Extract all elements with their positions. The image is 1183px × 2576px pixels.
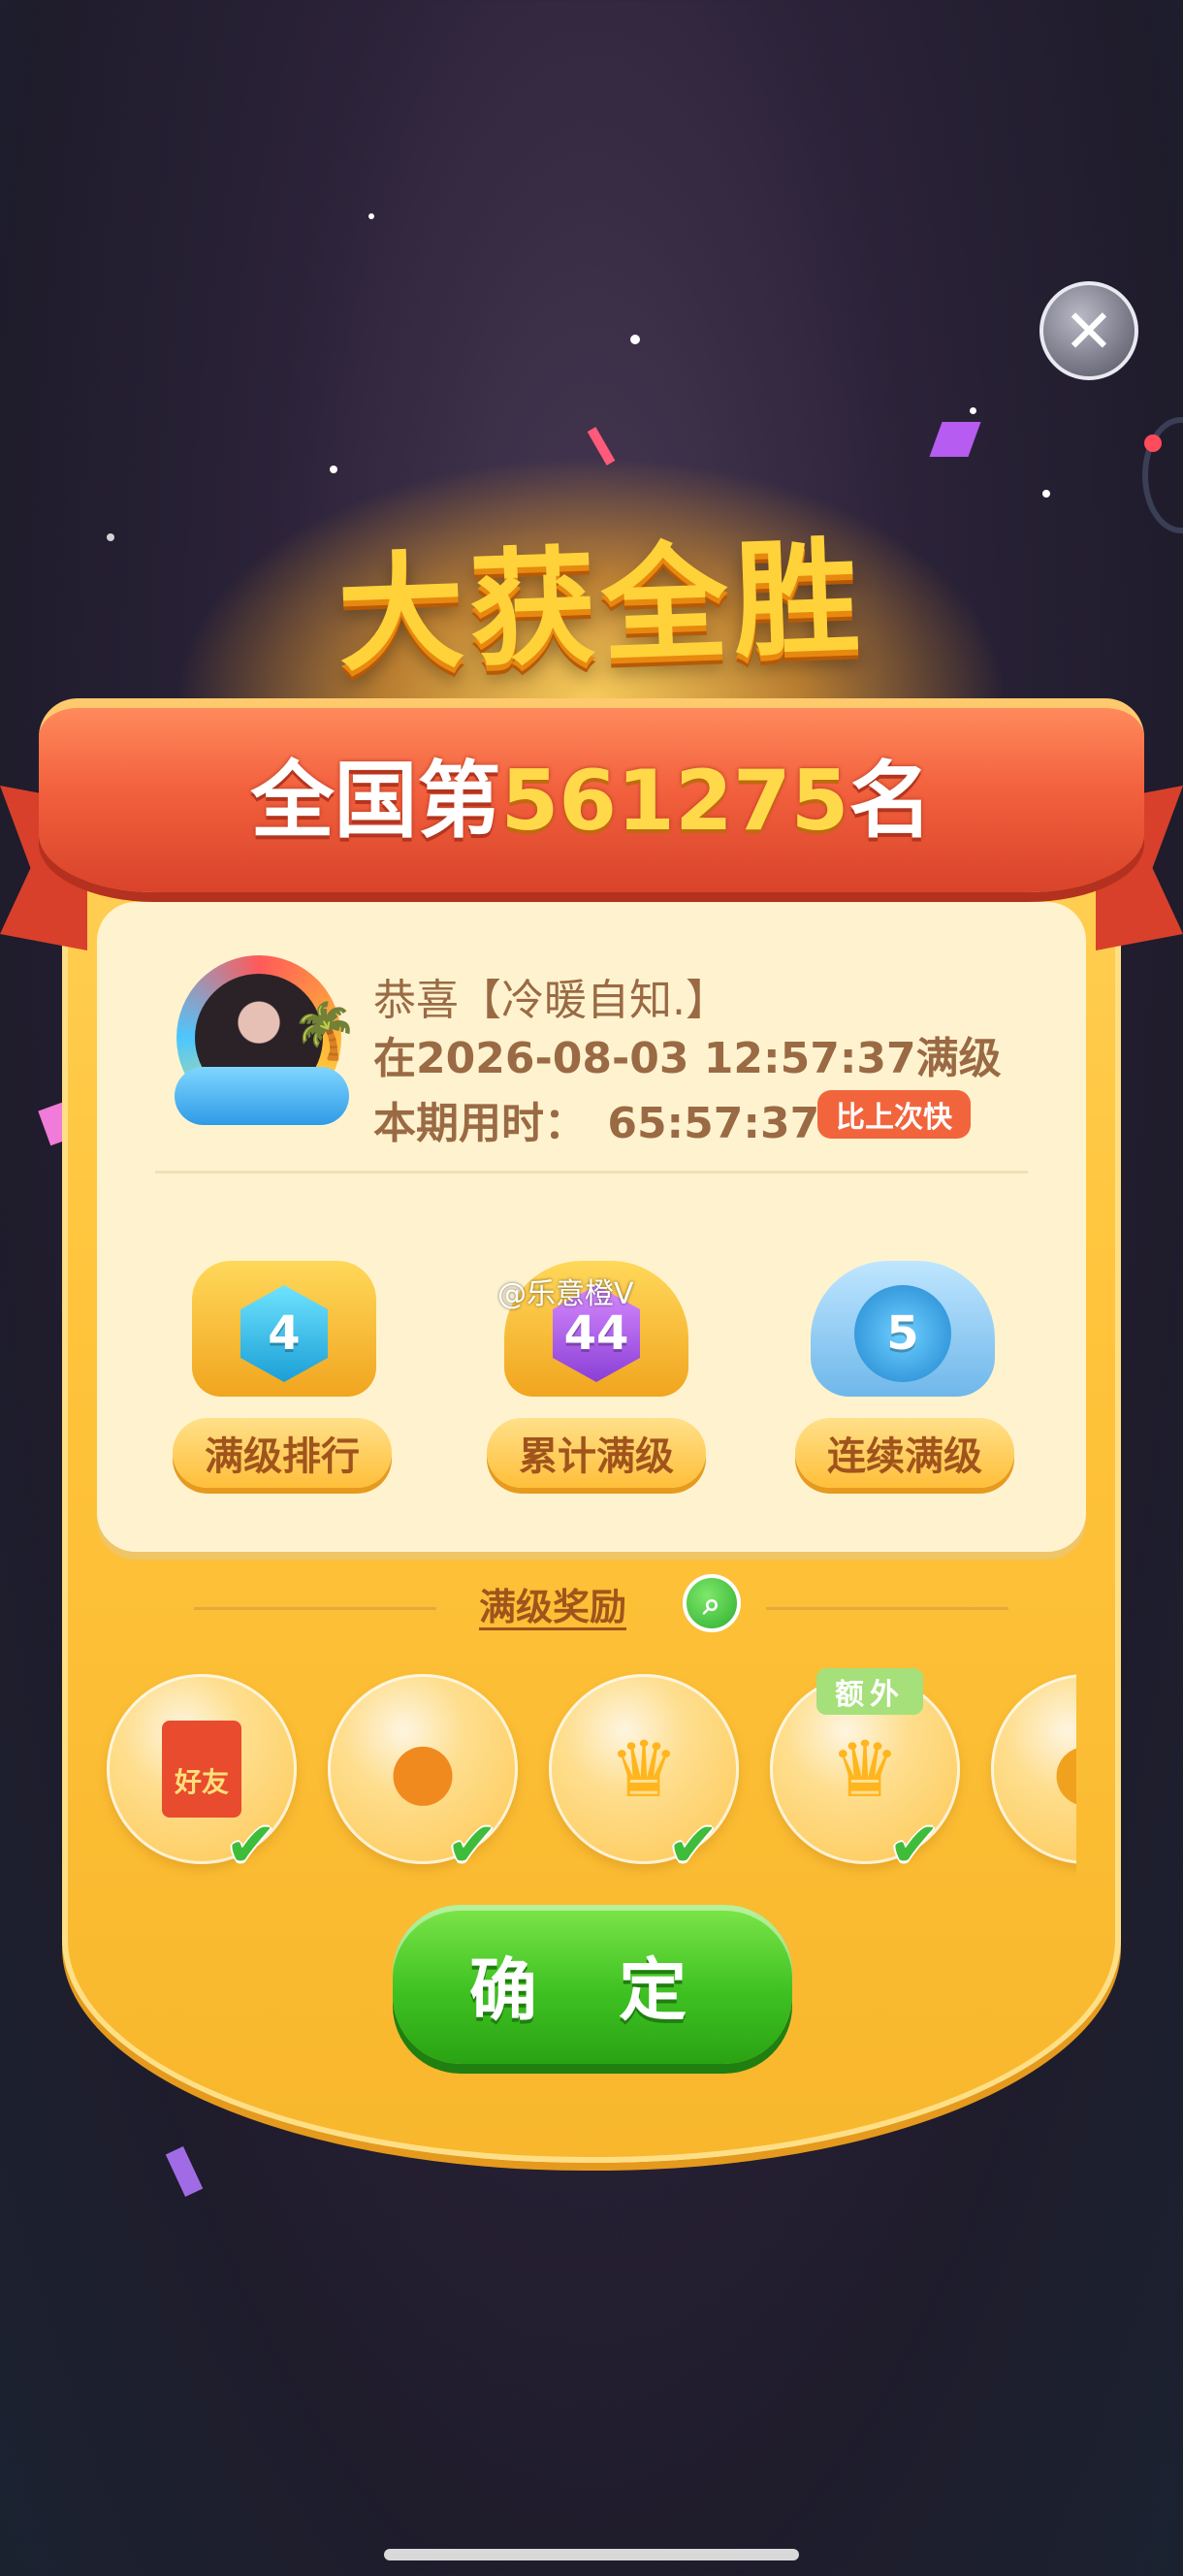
- palm-tree-icon: 🌴: [291, 1000, 359, 1063]
- check-icon: ✔: [446, 1810, 498, 1882]
- cumulative-button[interactable]: 累计满级: [487, 1418, 706, 1488]
- spark: [1042, 490, 1050, 498]
- reward-header: 满级奖励: [0, 1577, 1183, 1630]
- notification-dot: [1144, 435, 1162, 452]
- check-icon: ✔: [667, 1810, 719, 1882]
- reward-item[interactable]: ●: [991, 1674, 1076, 1864]
- search-icon[interactable]: ⌕: [683, 1574, 741, 1632]
- rank-prefix: 全国第: [250, 753, 501, 850]
- confetti: [929, 422, 981, 457]
- persimmon-icon: ●: [389, 1723, 457, 1815]
- crown-icon: ♛: [830, 1723, 900, 1815]
- crown-icon: ♛: [609, 1723, 679, 1815]
- period-value: 65:57:37: [607, 1099, 820, 1148]
- spark: [107, 533, 114, 541]
- extra-tag: 额外: [816, 1668, 923, 1715]
- ranking-button[interactable]: 满级排行: [173, 1418, 392, 1488]
- rank-suffix: 名: [848, 753, 933, 850]
- medal-value: 5: [854, 1285, 951, 1382]
- red-envelope-icon: 好友: [162, 1721, 241, 1818]
- spark: [330, 466, 337, 473]
- spark: [368, 213, 374, 219]
- divider: [155, 1171, 1028, 1174]
- faster-badge: 比上次快: [817, 1090, 971, 1139]
- check-icon: ✔: [225, 1810, 277, 1882]
- period-label: 本期用时：: [373, 1099, 587, 1148]
- avatar-base-decoration: [175, 1067, 349, 1125]
- watermark: @乐意橙V: [497, 1277, 634, 1311]
- national-rank: 全国第561275名: [39, 732, 1144, 853]
- spark: [630, 335, 640, 344]
- check-icon: ✔: [888, 1810, 941, 1882]
- streak-button[interactable]: 连续满级: [795, 1418, 1014, 1488]
- partial-item-icon: ●: [1052, 1724, 1076, 1815]
- streak-medal: 5: [811, 1261, 995, 1406]
- period-time-row: 本期用时： 65:57:37: [373, 1088, 819, 1150]
- reward-title: 满级奖励: [478, 1586, 626, 1628]
- spark: [970, 407, 976, 414]
- rank-number: 561275: [500, 753, 849, 850]
- side-widget[interactable]: [1142, 417, 1183, 533]
- confetti: [165, 2146, 204, 2197]
- close-icon: ✕: [1064, 295, 1114, 367]
- close-button[interactable]: ✕: [1039, 281, 1138, 380]
- ranking-medal: 4: [192, 1261, 376, 1406]
- max-level-time: 在2026-08-03 12:57:37满级: [373, 1034, 1002, 1083]
- congrats-text: 恭喜【冷暖自知.】: [373, 976, 728, 1025]
- home-indicator[interactable]: [384, 2549, 799, 2560]
- confirm-button[interactable]: 确 定: [393, 1905, 792, 2064]
- victory-title: 大获全胜: [335, 523, 868, 690]
